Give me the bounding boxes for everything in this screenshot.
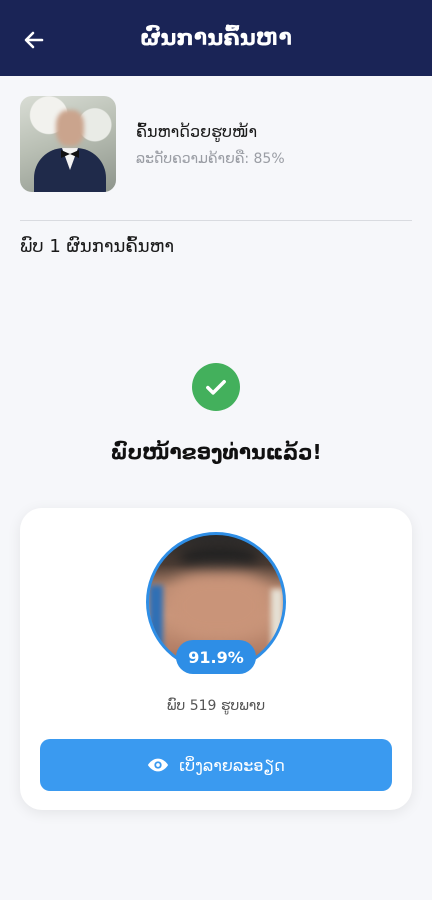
divider [20,220,412,221]
match-score-badge: 91.9% [176,640,256,674]
eye-icon [147,754,169,776]
search-type-label: ຄົ້ນຫາດ້ວຍຮູບໜ້າ [136,121,258,141]
search-query-summary: ຄົ້ນຫາດ້ວຍຮູບໜ້າ ລະດັບຄວາມຄ້າຍຄື: 85% [20,96,412,192]
check-circle-icon [192,363,240,411]
app-bar: ຜົນການຄົ້ນຫາ [0,0,432,76]
found-message: ພົບໜ້າຂອງທ່ານແລ້ວ! [110,440,322,464]
query-photo [20,96,116,192]
arrow-left-icon [24,31,44,49]
view-details-label: ເບິ່ງລາຍລະອຽດ [179,755,285,775]
back-button[interactable] [18,24,50,56]
results-count: ພົບ 1 ຜົນການຄົ້ນຫາ [20,236,175,257]
match-card: 91.9% ພົບ 519 ຮູບພາບ ເບິ່ງລາຍລະອຽດ [20,508,412,810]
photos-found-count: ພົບ 519 ຮູບພາບ [166,698,266,714]
view-details-button[interactable]: ເບິ່ງລາຍລະອຽດ [40,739,392,791]
page-title: ຜົນການຄົ້ນຫາ [140,25,292,51]
similarity-level: ລະດັບຄວາມຄ້າຍຄື: 85% [136,150,285,167]
